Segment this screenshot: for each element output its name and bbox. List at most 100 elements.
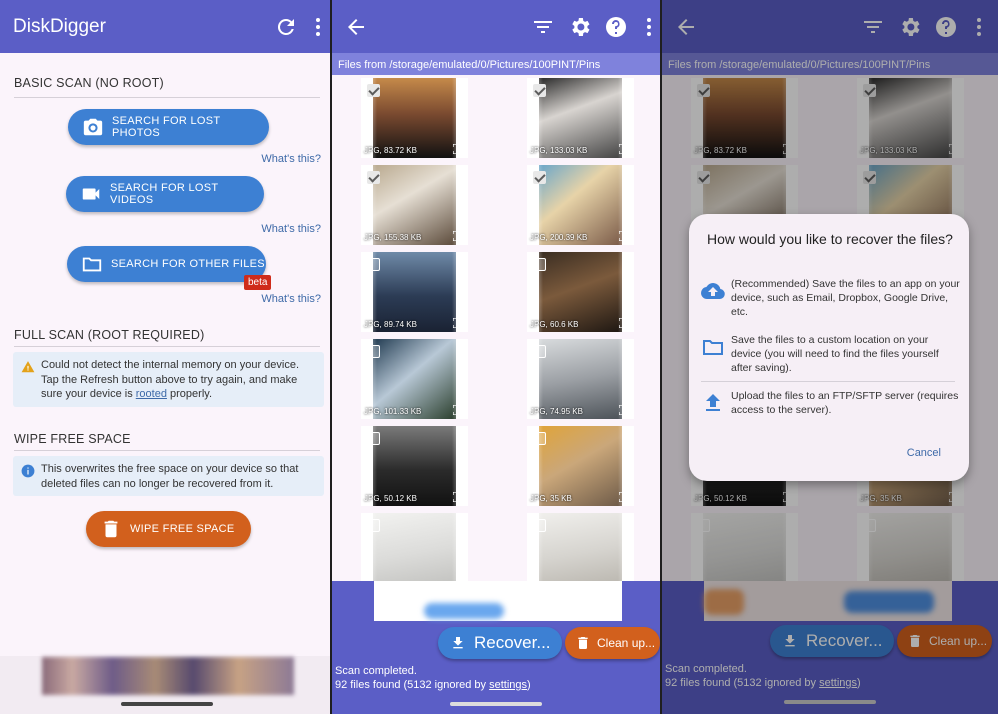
ad-banner[interactable] [42, 657, 294, 695]
photo-tile[interactable]: JPG, 83.72 KB [361, 78, 468, 158]
photo-tile[interactable]: JPG, 50.12 KB [361, 426, 468, 506]
recover-button[interactable]: Recover... [438, 627, 562, 659]
select-checkbox[interactable] [367, 84, 380, 97]
cancel-button[interactable]: Cancel [907, 447, 941, 459]
wipe-info-text: This overwrites the free space on your d… [41, 463, 299, 490]
app-title: DiskDigger [13, 16, 106, 37]
photo-tile[interactable]: JPG, 35 KB [527, 426, 634, 506]
recover-label: Recover... [474, 633, 551, 652]
more-vert-icon[interactable] [622, 431, 625, 443]
more-vert-icon[interactable] [622, 518, 625, 530]
more-vert-icon[interactable] [456, 518, 459, 530]
file-caption: JPG, 35 KB [530, 494, 572, 503]
folder-icon [701, 335, 725, 359]
gear-icon[interactable] [568, 15, 592, 39]
option2-text: Save the files to a custom location on y… [731, 334, 939, 374]
photo-tile[interactable]: JPG, 74.95 KB [527, 339, 634, 419]
select-checkbox[interactable] [367, 345, 380, 358]
whats-this-link[interactable]: What's this? [261, 293, 321, 305]
scan-status-line1: Scan completed. [335, 665, 417, 677]
fullscreen-icon[interactable] [453, 492, 463, 502]
fullscreen-icon[interactable] [619, 231, 629, 241]
clean-up-button[interactable]: Clean up... [565, 627, 660, 659]
search-lost-photos-button[interactable]: SEARCH FOR LOST PHOTOS [68, 109, 269, 145]
wipe-heading: WIPE FREE SPACE [14, 432, 131, 446]
download-icon [450, 635, 466, 651]
photo-tile[interactable]: JPG, 60.6 KB [527, 252, 634, 332]
more-vert-icon[interactable] [456, 431, 459, 443]
more-vert-icon[interactable] [306, 15, 330, 39]
select-checkbox[interactable] [533, 258, 546, 271]
refresh-icon[interactable] [274, 15, 298, 39]
more-vert-icon[interactable] [622, 170, 625, 182]
trash-icon [575, 635, 591, 651]
more-vert-icon[interactable] [637, 15, 660, 39]
app-bar: DiskDigger [0, 0, 330, 53]
more-vert-icon[interactable] [622, 344, 625, 356]
whats-this-link[interactable]: What's this? [261, 153, 321, 165]
filter-icon[interactable] [531, 15, 555, 39]
app-bar [332, 0, 660, 53]
rooted-link[interactable]: rooted [136, 388, 167, 400]
wipe-free-space-label: WIPE FREE SPACE [130, 523, 235, 535]
ad-banner[interactable] [374, 581, 622, 621]
more-vert-icon[interactable] [456, 257, 459, 269]
fullscreen-icon[interactable] [453, 144, 463, 154]
recover-options-dialog: How would you like to recover the files?… [689, 214, 969, 481]
whats-this-link[interactable]: What's this? [261, 223, 321, 235]
more-vert-icon[interactable] [456, 83, 459, 95]
wipe-free-space-button[interactable]: WIPE FREE SPACE [86, 511, 251, 547]
fullscreen-icon[interactable] [619, 492, 629, 502]
upload-ftp-option[interactable]: Upload the files to an FTP/SFTP server (… [701, 389, 961, 417]
file-caption: JPG, 200.39 KB [530, 233, 588, 242]
fullscreen-icon[interactable] [619, 144, 629, 154]
photo-tile[interactable]: JPG, 155.38 KB [361, 165, 468, 245]
back-arrow-icon[interactable] [344, 15, 368, 39]
photo-tile[interactable]: JPG, 200.39 KB [527, 165, 634, 245]
photo-tile[interactable]: JPG, 101.33 KB [361, 339, 468, 419]
camera-icon [82, 116, 104, 138]
search-lost-photos-label: SEARCH FOR LOST PHOTOS [112, 115, 221, 139]
select-checkbox[interactable] [533, 519, 546, 532]
select-checkbox[interactable] [533, 345, 546, 358]
select-checkbox[interactable] [367, 519, 380, 532]
select-checkbox[interactable] [367, 171, 380, 184]
clean-up-label: Clean up... [597, 636, 656, 650]
option3-text: Upload the files to an FTP/SFTP server (… [731, 390, 959, 416]
home-indicator[interactable] [121, 702, 213, 706]
recover-dialog-screen: Files from /storage/emulated/0/Pictures/… [662, 0, 998, 714]
save-custom-location-option[interactable]: Save the files to a custom location on y… [701, 333, 961, 375]
save-to-app-option[interactable]: (Recommended) Save the files to an app o… [701, 277, 961, 319]
search-lost-videos-label: SEARCH FOR LOST VIDEOS [110, 182, 219, 206]
dialog-title: How would you like to recover the files? [707, 231, 953, 247]
select-checkbox[interactable] [367, 258, 380, 271]
photo-tile[interactable]: JPG, 133.03 KB [527, 78, 634, 158]
photo-tile[interactable]: JPG, 89.74 KB [361, 252, 468, 332]
upload-icon [701, 391, 725, 415]
search-other-files-button[interactable]: SEARCH FOR OTHER FILES [67, 246, 266, 282]
fullscreen-icon[interactable] [453, 405, 463, 415]
basic-scan-heading: BASIC SCAN (NO ROOT) [14, 76, 164, 90]
select-checkbox[interactable] [533, 171, 546, 184]
more-vert-icon[interactable] [622, 257, 625, 269]
select-checkbox[interactable] [533, 84, 546, 97]
select-checkbox[interactable] [533, 432, 546, 445]
home-indicator[interactable] [450, 702, 542, 706]
file-grid[interactable]: JPG, 83.72 KB JPG, 133.03 KB JPG, 155.38 K… [332, 75, 660, 593]
fullscreen-icon[interactable] [453, 231, 463, 241]
wipe-info-box: This overwrites the free space on your d… [13, 456, 324, 496]
fullscreen-icon[interactable] [453, 318, 463, 328]
help-icon[interactable] [604, 15, 628, 39]
file-caption: JPG, 50.12 KB [364, 494, 417, 503]
settings-link[interactable]: settings [489, 679, 527, 691]
file-caption: JPG, 133.03 KB [530, 146, 588, 155]
select-checkbox[interactable] [367, 432, 380, 445]
more-vert-icon[interactable] [456, 344, 459, 356]
fullscreen-icon[interactable] [619, 405, 629, 415]
search-lost-videos-button[interactable]: SEARCH FOR LOST VIDEOS [66, 176, 264, 212]
fullscreen-icon[interactable] [619, 318, 629, 328]
more-vert-icon[interactable] [456, 170, 459, 182]
results-screen: Files from /storage/emulated/0/Pictures/… [332, 0, 662, 714]
folder-icon [81, 253, 103, 275]
more-vert-icon[interactable] [622, 83, 625, 95]
